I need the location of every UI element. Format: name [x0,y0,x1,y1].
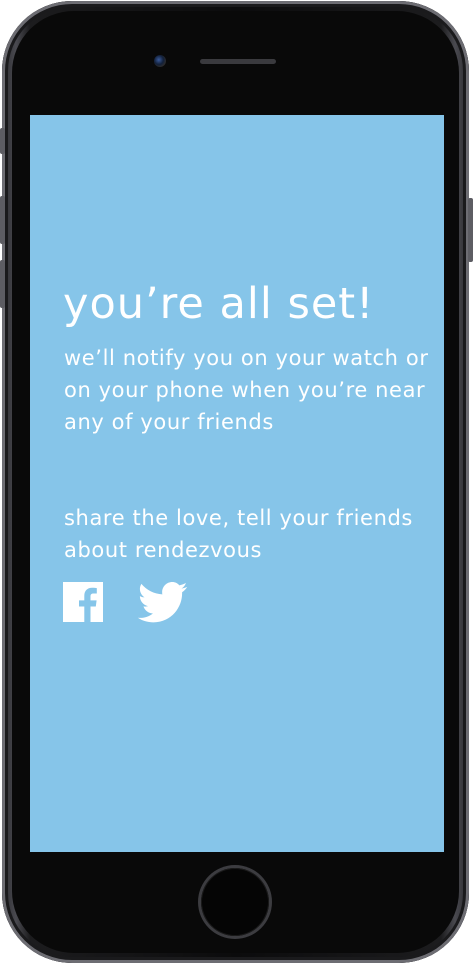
twitter-icon [137,582,188,623]
volume-up-button [0,196,5,244]
front-camera [154,55,166,67]
power-button [468,198,473,262]
earpiece-speaker [200,59,276,64]
share-message: share the love, tell your friends about … [64,506,413,562]
app-screen: you’re all set! we’ll notify you on your… [30,115,444,852]
facebook-icon [63,582,103,622]
home-button[interactable] [201,868,269,936]
notify-message: we’ll notify you on your watch or on you… [64,346,429,434]
twitter-share-button[interactable] [137,582,189,624]
volume-down-button [0,260,5,308]
facebook-share-button[interactable] [63,582,103,622]
page-title: you’re all set! [63,279,375,329]
mute-switch [0,128,5,154]
